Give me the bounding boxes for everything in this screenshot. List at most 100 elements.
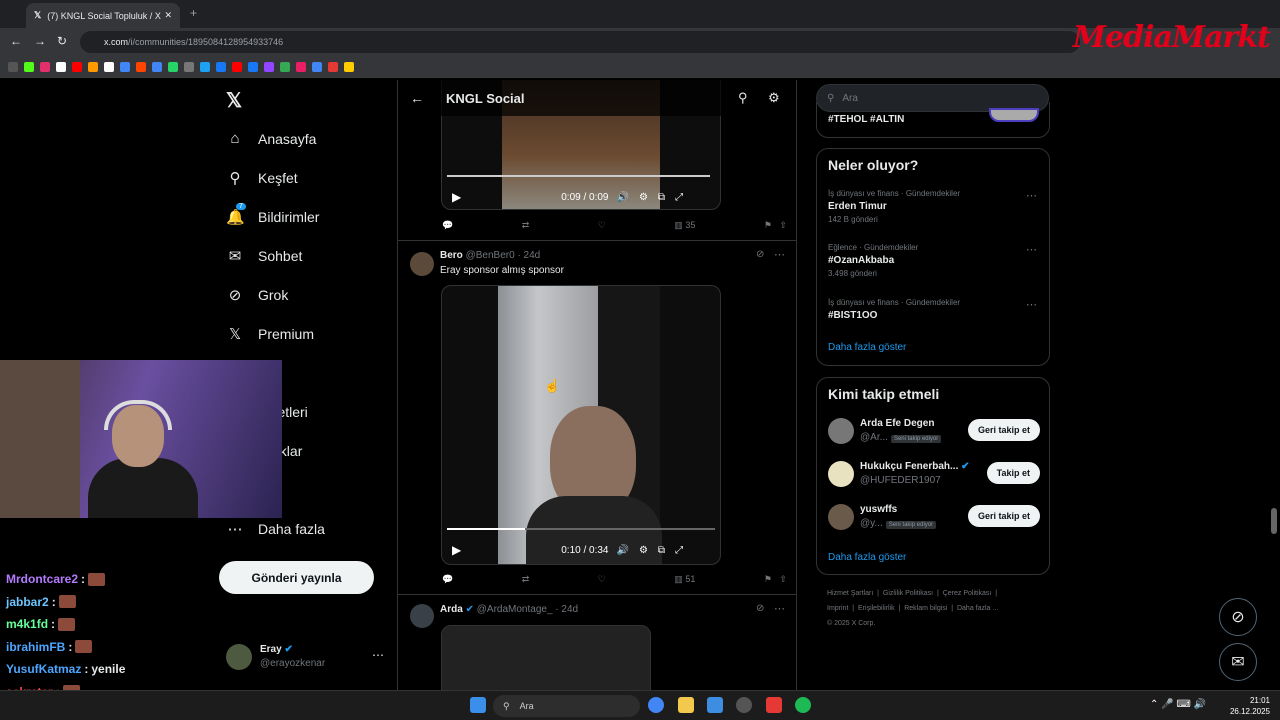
retweet-icon[interactable]: ⇄ bbox=[522, 574, 530, 585]
show-more-link[interactable]: Daha fazla göster bbox=[828, 552, 906, 563]
follow-back-button[interactable]: Geri takip et bbox=[967, 419, 1040, 441]
bookmark-icon[interactable] bbox=[120, 61, 130, 72]
avatar[interactable] bbox=[828, 418, 854, 444]
bookmark-icon[interactable] bbox=[200, 61, 210, 72]
more-icon[interactable]: ⋯ bbox=[774, 602, 785, 615]
volume-icon[interactable]: 🔊 bbox=[617, 545, 629, 556]
show-more-link[interactable]: Daha fazla göster bbox=[828, 342, 906, 353]
bookmark-icon[interactable] bbox=[104, 61, 114, 72]
scrollbar-thumb[interactable] bbox=[1271, 508, 1277, 534]
bookmark-icon[interactable] bbox=[72, 61, 82, 72]
trend-item[interactable]: Eğlence · Gündemdekiler #OzanAkbaba 3.498 … bbox=[828, 241, 918, 280]
tray-icons[interactable]: ⌃ 🎤 ⌨ 🔊 bbox=[1150, 699, 1206, 710]
tweet-handle[interactable]: @ArdaMontage_ bbox=[477, 604, 553, 615]
start-icon[interactable] bbox=[470, 697, 486, 713]
post-button[interactable]: Gönderi yayınla bbox=[219, 561, 374, 594]
tweet-handle[interactable]: @BenBer0 bbox=[466, 250, 515, 261]
play-icon[interactable]: ▶ bbox=[452, 543, 461, 557]
fullscreen-icon[interactable]: ⤢ bbox=[675, 545, 683, 556]
nav-item[interactable]: ✉ Sohbet bbox=[226, 247, 303, 265]
avatar[interactable] bbox=[410, 604, 434, 628]
trend-item[interactable]: İş dünyası ve finans · Gündemdekiler Erde… bbox=[828, 187, 960, 226]
spotify-icon[interactable] bbox=[795, 697, 811, 713]
back-arrow-icon[interactable]: ← bbox=[410, 90, 424, 106]
hashtags[interactable]: #TEHOL #ALTIN bbox=[828, 114, 904, 125]
chat-username[interactable]: YusufKatmaz bbox=[6, 662, 81, 676]
footer-link[interactable]: Hizmet Şartları bbox=[827, 590, 873, 597]
reply-icon[interactable]: 💬 bbox=[442, 220, 453, 231]
url-input[interactable]: x.com/i/communities/1895084128954933746 bbox=[80, 31, 1080, 53]
fullscreen-icon[interactable]: ⤢ bbox=[675, 192, 683, 203]
grok-icon[interactable]: ⊘ bbox=[756, 249, 764, 260]
footer-link[interactable]: Gizlilik Politikası bbox=[883, 590, 933, 597]
video-progress[interactable] bbox=[447, 175, 710, 177]
app-icon[interactable] bbox=[766, 697, 782, 713]
footer-link[interactable]: Daha fazla ... bbox=[957, 605, 998, 612]
chat-username[interactable]: m4k1fd bbox=[6, 617, 48, 631]
footer-link[interactable]: Erişilebilirlik bbox=[858, 605, 895, 612]
chat-username[interactable]: jabbar2 bbox=[6, 595, 49, 609]
forward-icon[interactable]: → bbox=[34, 34, 46, 48]
bookmark-icon[interactable] bbox=[136, 61, 146, 72]
bookmark-icon[interactable] bbox=[312, 61, 322, 72]
video-player[interactable]: ▶ 0:10 / 0:34 🔊 ⚙ ⧉ ⤢ bbox=[441, 285, 721, 565]
bookmark-icon[interactable] bbox=[264, 61, 274, 72]
suggestion-name[interactable]: Arda Efe Degen bbox=[860, 418, 934, 429]
pip-icon[interactable]: ⧉ bbox=[658, 192, 665, 203]
bookmark-icon[interactable] bbox=[216, 61, 226, 72]
retweet-icon[interactable]: ⇄ bbox=[522, 220, 530, 231]
volume-icon[interactable]: 🔊 bbox=[617, 192, 629, 203]
messages-fab-button[interactable]: ✉ bbox=[1219, 643, 1257, 681]
avatar[interactable] bbox=[828, 504, 854, 530]
bookmark-icon[interactable] bbox=[24, 61, 34, 72]
bookmark-icon[interactable] bbox=[152, 61, 162, 72]
video-player[interactable] bbox=[441, 625, 651, 690]
bookmark-icon[interactable] bbox=[296, 61, 306, 72]
bookmark-icon[interactable] bbox=[248, 61, 258, 72]
clock[interactable]: 21:01 26.12.2025 bbox=[1230, 695, 1270, 717]
more-icon[interactable]: ⋯ bbox=[372, 648, 384, 662]
follow-button[interactable]: Takip et bbox=[986, 462, 1040, 484]
file-explorer-icon[interactable] bbox=[678, 697, 694, 713]
follow-back-button[interactable]: Geri takip et bbox=[967, 505, 1040, 527]
browser-tab[interactable]: 𝕏 (7) KNGL Social Topluluk / X ✕ bbox=[26, 3, 180, 28]
settings-icon[interactable]: ⚙ bbox=[639, 192, 648, 203]
x-logo-icon[interactable]: 𝕏 bbox=[226, 88, 242, 113]
views-count[interactable]: ▥ 35 bbox=[674, 220, 695, 231]
folder-icon[interactable] bbox=[344, 61, 354, 72]
chrome-icon[interactable] bbox=[648, 697, 664, 713]
trend-item[interactable]: İş dünyası ve finans · Gündemdekiler #BIS… bbox=[828, 296, 960, 322]
bookmark-icon[interactable] bbox=[40, 61, 50, 72]
nav-item[interactable]: ⊘ Grok bbox=[226, 286, 289, 304]
footer-link[interactable]: Imprint bbox=[827, 605, 848, 612]
nav-item[interactable]: ⚲ Keşfet bbox=[226, 169, 298, 187]
suggestion-name[interactable]: yuswffs bbox=[860, 504, 897, 515]
share-icon[interactable]: ⇧ bbox=[779, 574, 787, 584]
bookmark-icon[interactable] bbox=[168, 61, 178, 72]
account-switcher[interactable]: Eray ✔ @erayozkenar ⋯ bbox=[226, 644, 384, 670]
more-icon[interactable]: ⋯ bbox=[1026, 298, 1037, 311]
play-icon[interactable]: ▶ bbox=[452, 190, 461, 204]
bookmark-icon[interactable] bbox=[328, 61, 338, 72]
avatar[interactable] bbox=[410, 252, 434, 276]
search-icon[interactable]: ⚲ bbox=[738, 90, 748, 106]
bookmark-icon[interactable] bbox=[280, 61, 290, 72]
share-icon[interactable]: ⇧ bbox=[779, 220, 787, 230]
more-icon[interactable]: ⋯ bbox=[774, 248, 785, 261]
grok-fab-button[interactable]: ⊘ bbox=[1219, 598, 1257, 636]
apps-icon[interactable] bbox=[8, 61, 18, 72]
bookmark-icon[interactable]: ⚑ bbox=[764, 574, 772, 584]
bookmark-icon[interactable] bbox=[88, 61, 98, 72]
chat-username[interactable]: ibrahimFB bbox=[6, 640, 65, 654]
chat-username[interactable]: Mrdontcare2 bbox=[6, 572, 78, 586]
bookmark-icon[interactable] bbox=[184, 61, 194, 72]
photos-icon[interactable] bbox=[707, 697, 723, 713]
close-tab-icon[interactable]: ✕ bbox=[164, 10, 172, 21]
back-icon[interactable]: ← bbox=[10, 34, 22, 48]
reload-icon[interactable]: ↻ bbox=[57, 34, 67, 48]
tweet-author[interactable]: Bero bbox=[440, 250, 463, 261]
nav-item[interactable]: ⋯ Daha fazla bbox=[226, 520, 325, 538]
bookmark-icon[interactable] bbox=[232, 61, 242, 72]
settings-icon[interactable]: ⚙ bbox=[639, 545, 648, 556]
taskbar-search[interactable]: ⚲ Ara bbox=[493, 695, 640, 717]
